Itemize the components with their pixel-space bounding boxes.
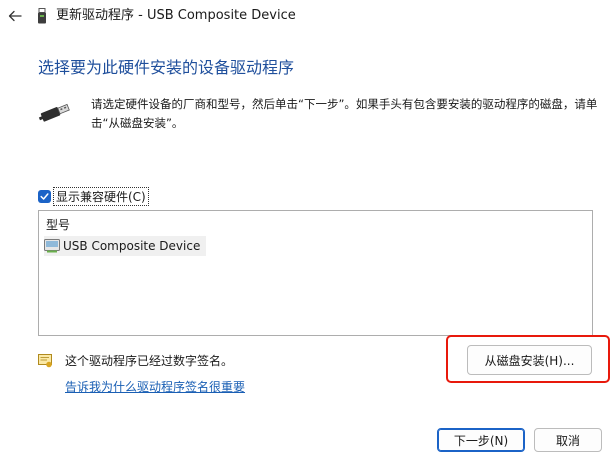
device-driver-icon [44, 239, 60, 253]
signed-driver-icon [38, 354, 52, 368]
page-heading: 选择要为此硬件安装的设备驱动程序 [38, 58, 295, 77]
checkbox-checked-icon[interactable] [38, 189, 51, 203]
usb-connector-icon [38, 103, 70, 122]
window-title: 更新驱动程序 - USB Composite Device [56, 8, 296, 23]
update-driver-dialog: 更新驱动程序 - USB Composite Device 选择要为此硬件安装的… [0, 0, 612, 460]
instruction-text: 请选定硬件设备的厂商和型号，然后单击“下一步”。如果手头有包含要安装的驱动程序的… [91, 97, 598, 130]
signature-info-link[interactable]: 告诉我为什么驱动程序签名很重要 [65, 378, 245, 395]
model-list[interactable]: 型号 USB Composite Device [38, 210, 593, 336]
next-button[interactable]: 下一步(N) [437, 428, 525, 452]
cancel-button[interactable]: 取消 [534, 428, 602, 452]
show-compatible-hardware-label: 显示兼容硬件(C) [53, 186, 149, 206]
signature-status-text: 这个驱动程序已经过数字签名。 [65, 354, 234, 368]
list-column-header: 型号 [46, 218, 71, 232]
usb-drive-icon [38, 8, 46, 24]
show-compatible-hardware-checkbox[interactable]: 显示兼容硬件(C) [38, 186, 149, 206]
back-arrow-icon [8, 10, 22, 22]
list-item-label: USB Composite Device [63, 239, 201, 253]
title-bar: 更新驱动程序 - USB Composite Device [0, 0, 612, 32]
have-disk-button[interactable]: 从磁盘安装(H)... [467, 345, 592, 375]
back-button[interactable] [4, 5, 26, 27]
list-item[interactable]: USB Composite Device [44, 236, 207, 256]
